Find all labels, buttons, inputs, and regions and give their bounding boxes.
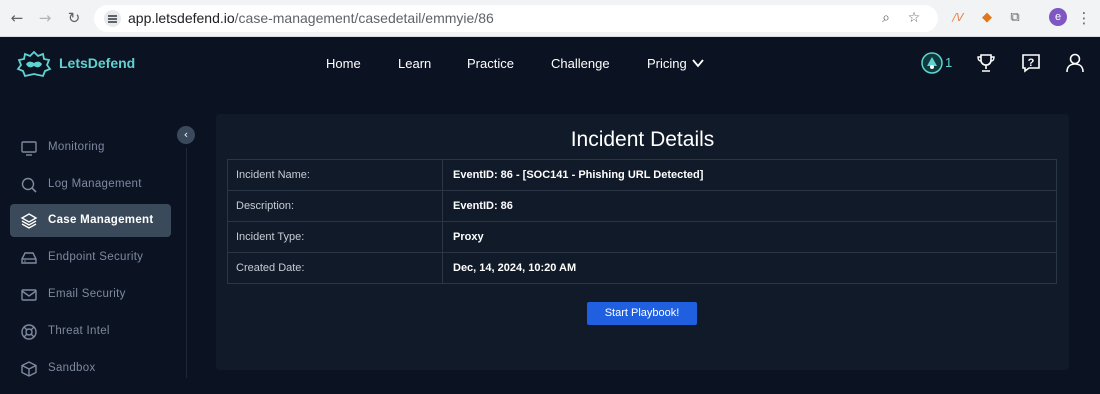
sidebar-item-threat-intel[interactable]: Threat Intel — [10, 315, 171, 348]
lifebuoy-icon — [21, 324, 37, 340]
bookmark-star-icon[interactable]: ☆ — [904, 8, 924, 28]
rank-count: 1 — [945, 55, 953, 70]
table-row: Description: EventID: 86 — [227, 190, 1057, 222]
mail-icon — [21, 289, 37, 301]
url-text[interactable]: app.letsdefend.io/case-management/casede… — [128, 5, 494, 32]
sidebar-item-label: Monitoring — [48, 141, 105, 153]
zoom-icon[interactable]: ⌕ — [876, 8, 896, 28]
sidebar-item-label: Email Security — [48, 288, 126, 300]
sidebar-item-log-management[interactable]: Log Management — [10, 168, 171, 201]
table-row: Incident Type: Proxy — [227, 221, 1057, 253]
sidebar-item-monitoring[interactable]: Monitoring — [10, 131, 171, 164]
incident-details-panel: Incident Details Incident Name: EventID:… — [216, 114, 1069, 370]
extensions-puzzle-icon[interactable]: ⧉ — [1005, 8, 1025, 28]
sidebar-collapse-button[interactable]: ‹ — [177, 126, 195, 144]
row-label: Description: — [227, 190, 443, 222]
sidebar-item-label: Case Management — [48, 214, 154, 226]
sidebar-item-email-security[interactable]: Email Security — [10, 278, 171, 311]
user-account-icon[interactable] — [1064, 52, 1086, 74]
row-value: EventID: 86 — [442, 190, 1057, 222]
svg-text:?: ? — [1028, 57, 1035, 69]
hard-drive-icon — [21, 252, 37, 264]
sidebar-divider — [186, 148, 187, 378]
layers-icon — [20, 213, 38, 229]
table-row: Incident Name: EventID: 86 - [SOC141 - P… — [227, 159, 1057, 191]
nav-challenge[interactable]: Challenge — [551, 56, 610, 71]
sidebar-item-label: Log Management — [48, 178, 142, 190]
browser-menu-icon[interactable]: ⋮ — [1074, 8, 1094, 28]
nav-practice[interactable]: Practice — [467, 56, 514, 71]
chevron-down-icon[interactable] — [692, 56, 704, 70]
extension-icon[interactable]: /V — [948, 8, 968, 28]
profile-avatar[interactable]: e — [1049, 8, 1067, 26]
row-label: Incident Name: — [227, 159, 443, 191]
row-value: EventID: 86 - [SOC141 - Phishing URL Det… — [442, 159, 1057, 191]
nav-home[interactable]: Home — [326, 56, 361, 71]
top-navigation: LetsDefend Home Learn Practice Challenge… — [0, 37, 1100, 90]
box-icon — [21, 361, 37, 377]
browser-toolbar: ← → ↻ app.letsdefend.io/case-management/… — [0, 0, 1100, 37]
sidebar-item-sandbox[interactable]: Sandbox — [10, 352, 171, 385]
rank-badge-icon[interactable] — [921, 52, 943, 74]
letsdefend-logo-icon[interactable] — [16, 50, 52, 78]
start-playbook-button[interactable]: Start Playbook! — [587, 302, 697, 325]
brand-name[interactable]: LetsDefend — [59, 55, 135, 71]
sidebar-item-label: Sandbox — [48, 362, 96, 374]
address-bar[interactable]: app.letsdefend.io/case-management/casede… — [94, 5, 938, 32]
page-title: Incident Details — [570, 128, 715, 151]
site-info-icon[interactable] — [104, 10, 121, 27]
metamask-fox-icon[interactable]: ◆ — [977, 8, 997, 28]
row-value: Proxy — [442, 221, 1057, 253]
monitor-icon — [21, 141, 37, 156]
trophy-icon[interactable] — [975, 52, 997, 74]
sidebar-item-endpoint-security[interactable]: Endpoint Security — [10, 241, 171, 274]
forward-arrow-icon[interactable]: → — [34, 7, 56, 29]
row-value: Dec, 14, 2024, 10:20 AM — [442, 252, 1057, 284]
reload-icon[interactable]: ↻ — [63, 7, 85, 29]
sidebar-item-label: Threat Intel — [48, 325, 110, 337]
nav-pricing[interactable]: Pricing — [647, 56, 687, 71]
nav-learn[interactable]: Learn — [398, 56, 431, 71]
search-icon — [21, 177, 37, 193]
row-label: Created Date: — [227, 252, 443, 284]
row-label: Incident Type: — [227, 221, 443, 253]
sidebar-item-case-management[interactable]: Case Management — [10, 204, 171, 237]
sidebar-item-label: Endpoint Security — [48, 251, 144, 263]
help-question-icon[interactable]: ? — [1020, 52, 1042, 74]
incident-details-table: Incident Name: EventID: 86 - [SOC141 - P… — [227, 159, 1057, 284]
table-row: Created Date: Dec, 14, 2024, 10:20 AM — [227, 252, 1057, 284]
back-arrow-icon[interactable]: ← — [6, 7, 28, 29]
